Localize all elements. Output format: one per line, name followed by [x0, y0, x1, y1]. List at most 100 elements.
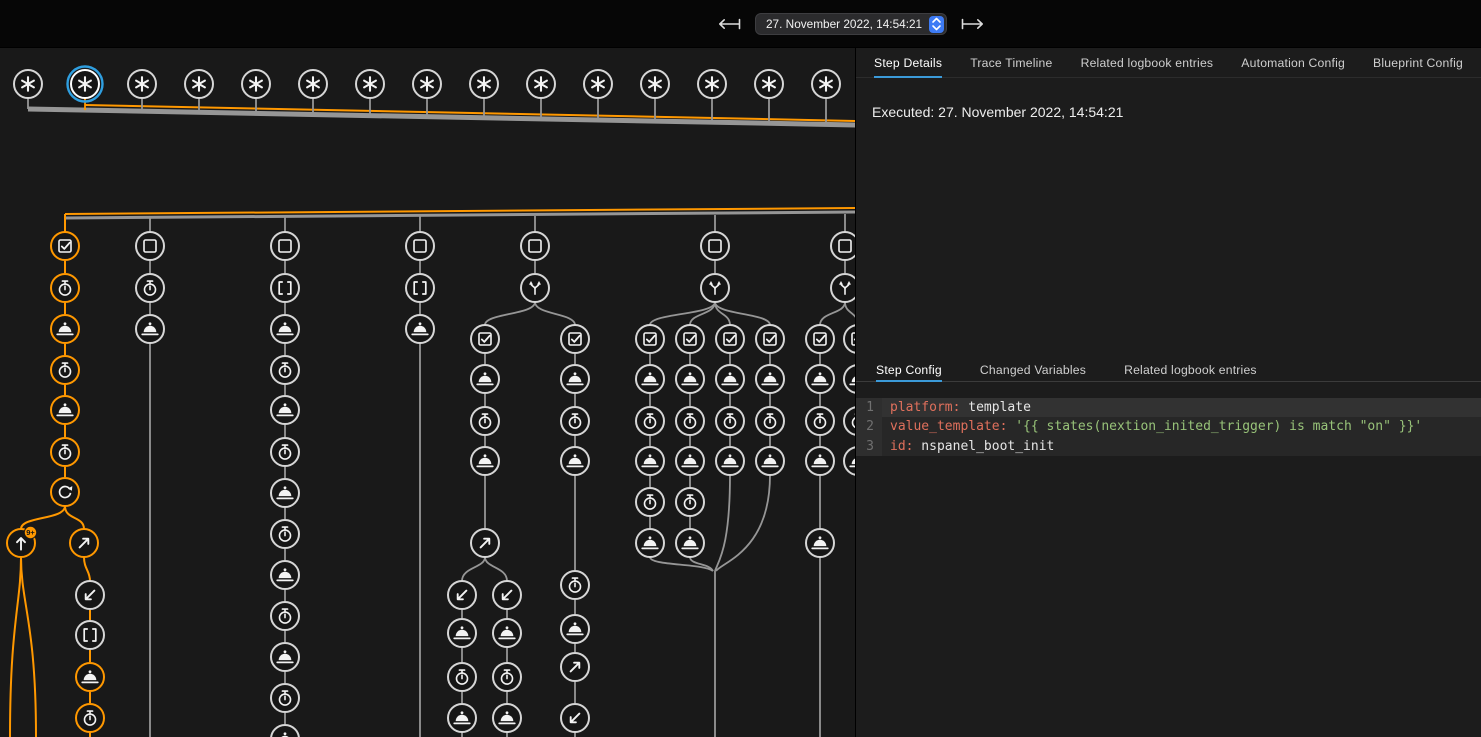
trace-node-timer-icon[interactable]	[676, 407, 704, 435]
trace-node-timer-icon[interactable]	[561, 407, 589, 435]
trace-node-asterisk-icon[interactable]	[755, 70, 783, 98]
trace-node-arrow-bottom-left-icon[interactable]	[76, 581, 104, 609]
trace-node-checkbox-icon[interactable]	[844, 325, 855, 353]
trace-node-brackets-icon[interactable]	[271, 274, 299, 302]
run-select[interactable]: 27. November 2022, 14:54:21	[755, 13, 947, 35]
trace-node-square-icon[interactable]	[701, 232, 729, 260]
trace-node-timer-icon[interactable]	[844, 407, 855, 435]
trace-node-square-icon[interactable]	[136, 232, 164, 260]
trace-node-timer-icon[interactable]	[676, 488, 704, 516]
trace-node-asterisk-icon[interactable]	[242, 70, 270, 98]
trace-node-refresh-icon[interactable]	[51, 478, 79, 506]
trace-node-service-icon[interactable]	[271, 479, 299, 507]
trace-node-service-icon[interactable]	[716, 447, 744, 475]
trace-node-timer-icon[interactable]	[271, 356, 299, 384]
trace-node-asterisk-icon[interactable]	[470, 70, 498, 98]
trace-node-timer-icon[interactable]	[636, 488, 664, 516]
trace-node-decision-icon[interactable]	[831, 274, 855, 302]
config-tab-related-logbook-entries[interactable]: Related logbook entries	[1124, 358, 1257, 381]
trace-node-timer-icon[interactable]	[271, 520, 299, 548]
trace-node-checkbox-icon[interactable]	[561, 325, 589, 353]
trace-node-asterisk-icon[interactable]	[128, 70, 156, 98]
step-config-code[interactable]: 1platform: template2value_template: '{{ …	[856, 398, 1481, 456]
trace-node-timer-icon[interactable]	[271, 684, 299, 712]
trace-node-brackets-icon[interactable]	[76, 621, 104, 649]
trace-node-asterisk-icon[interactable]	[68, 67, 103, 102]
trace-node-service-icon[interactable]	[806, 365, 834, 393]
trace-node-arrow-bottom-left-icon[interactable]	[448, 581, 476, 609]
trace-node-arrow-up-right-icon[interactable]	[70, 529, 98, 557]
trace-node-timer-icon[interactable]	[76, 704, 104, 732]
trace-node-asterisk-icon[interactable]	[14, 70, 42, 98]
trace-node-service-icon[interactable]	[448, 704, 476, 732]
trace-node-service-icon[interactable]	[636, 365, 664, 393]
trace-node-service-icon[interactable]	[756, 365, 784, 393]
trace-node-service-icon[interactable]	[676, 447, 704, 475]
trace-node-service-icon[interactable]	[676, 365, 704, 393]
trace-node-asterisk-icon[interactable]	[641, 70, 669, 98]
trace-node-decision-icon[interactable]	[701, 274, 729, 302]
trace-node-service-icon[interactable]	[844, 447, 855, 475]
config-tab-changed-variables[interactable]: Changed Variables	[980, 358, 1086, 381]
trace-node-service-icon[interactable]	[806, 447, 834, 475]
trace-node-service-icon[interactable]	[493, 704, 521, 732]
trace-node-square-icon[interactable]	[831, 232, 855, 260]
tab-trace-timeline[interactable]: Trace Timeline	[970, 48, 1052, 77]
trace-node-service-icon[interactable]	[844, 365, 855, 393]
trace-node-timer-icon[interactable]	[493, 663, 521, 691]
trace-node-asterisk-icon[interactable]	[812, 70, 840, 98]
trace-node-service-icon[interactable]	[561, 615, 589, 643]
trace-node-asterisk-icon[interactable]	[527, 70, 555, 98]
trace-node-service-icon[interactable]	[493, 619, 521, 647]
trace-node-checkbox-icon[interactable]	[51, 232, 79, 260]
trace-node-timer-icon[interactable]	[271, 602, 299, 630]
trace-node-arrow-bottom-left-icon[interactable]	[493, 581, 521, 609]
trace-node-arrow-up-icon[interactable]: 9+	[7, 526, 37, 557]
trace-node-asterisk-icon[interactable]	[356, 70, 384, 98]
trace-node-service-icon[interactable]	[271, 643, 299, 671]
tab-step-details[interactable]: Step Details	[874, 48, 942, 77]
trace-node-timer-icon[interactable]	[806, 407, 834, 435]
config-tab-step-config[interactable]: Step Config	[876, 358, 942, 381]
tab-automation-config[interactable]: Automation Config	[1241, 48, 1345, 77]
trace-node-asterisk-icon[interactable]	[185, 70, 213, 98]
next-run-icon[interactable]	[960, 18, 986, 30]
trace-node-service-icon[interactable]	[271, 725, 299, 737]
trace-node-service-icon[interactable]	[561, 447, 589, 475]
trace-node-service-icon[interactable]	[271, 315, 299, 343]
previous-run-icon[interactable]	[716, 18, 742, 30]
trace-node-service-icon[interactable]	[271, 561, 299, 589]
trace-node-service-icon[interactable]	[271, 396, 299, 424]
trace-node-timer-icon[interactable]	[716, 407, 744, 435]
trace-node-service-icon[interactable]	[636, 529, 664, 557]
trace-node-timer-icon[interactable]	[51, 356, 79, 384]
trace-node-asterisk-icon[interactable]	[413, 70, 441, 98]
trace-node-service-icon[interactable]	[76, 663, 104, 691]
tab-related-logbook-entries[interactable]: Related logbook entries	[1081, 48, 1214, 77]
trace-node-timer-icon[interactable]	[471, 407, 499, 435]
trace-node-timer-icon[interactable]	[51, 438, 79, 466]
trace-node-service-icon[interactable]	[406, 315, 434, 343]
trace-node-service-icon[interactable]	[51, 315, 79, 343]
trace-node-timer-icon[interactable]	[636, 407, 664, 435]
trace-node-asterisk-icon[interactable]	[299, 70, 327, 98]
trace-node-brackets-icon[interactable]	[406, 274, 434, 302]
trace-node-timer-icon[interactable]	[756, 407, 784, 435]
trace-node-timer-icon[interactable]	[561, 571, 589, 599]
trace-node-checkbox-icon[interactable]	[471, 325, 499, 353]
trace-node-checkbox-icon[interactable]	[756, 325, 784, 353]
trace-node-service-icon[interactable]	[676, 529, 704, 557]
trace-node-arrow-up-right-icon[interactable]	[471, 529, 499, 557]
trace-node-square-icon[interactable]	[271, 232, 299, 260]
trace-node-timer-icon[interactable]	[51, 274, 79, 302]
tab-blueprint-config[interactable]: Blueprint Config	[1373, 48, 1463, 77]
trace-node-arrow-bottom-left-icon[interactable]	[561, 704, 589, 732]
trace-node-service-icon[interactable]	[636, 447, 664, 475]
trace-node-checkbox-icon[interactable]	[716, 325, 744, 353]
trace-node-timer-icon[interactable]	[271, 438, 299, 466]
trace-node-asterisk-icon[interactable]	[584, 70, 612, 98]
trace-node-service-icon[interactable]	[756, 447, 784, 475]
trace-node-service-icon[interactable]	[716, 365, 744, 393]
trace-node-service-icon[interactable]	[471, 365, 499, 393]
trace-node-service-icon[interactable]	[136, 315, 164, 343]
